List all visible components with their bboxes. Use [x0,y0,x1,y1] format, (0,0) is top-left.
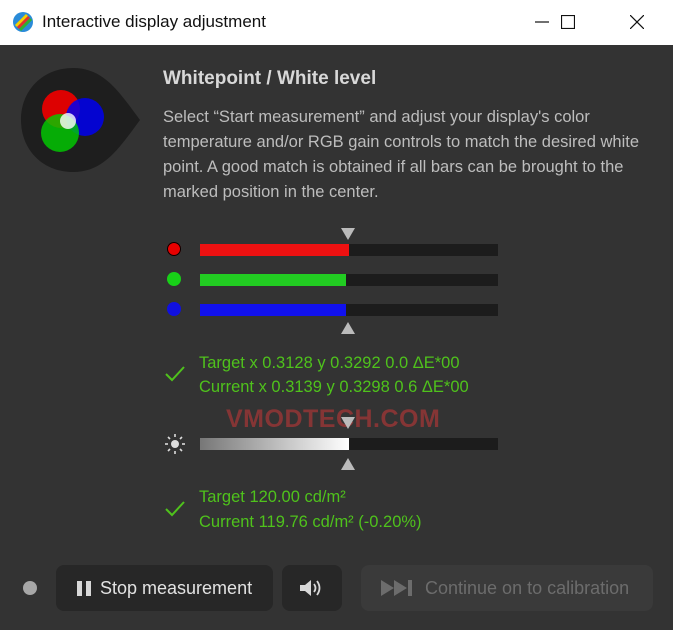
skip-forward-icon [381,580,412,596]
luminance-marker-bottom [341,458,355,470]
green-channel-dot [167,272,181,286]
instructions-text: Select “Start measurement” and adjust yo… [163,108,639,201]
green-bar-fill [200,274,346,286]
chromaticity-current: Current x 0.3139 y 0.3298 0.6 ΔE*00 [199,378,469,396]
target-marker-top [341,228,355,240]
stop-measurement-label: Stop measurement [100,578,253,598]
watermark-text: VMODTECH.COM [226,405,441,433]
maximize-icon [561,15,575,29]
continue-to-calibration-button[interactable]: Continue on to calibration [361,565,653,611]
speaker-icon [300,580,321,596]
continue-label: Continue on to calibration [425,578,630,598]
luminance-current: Current 119.76 cd/m² (-0.20%) [199,513,422,531]
green-bar [200,274,498,286]
luminance-marker-top [341,417,355,429]
checkmark-icon [165,501,185,517]
luminance-target: Target 120.00 cd/m² [199,488,346,506]
window-title: Interactive display adjustment [42,12,266,31]
blue-bar-fill [200,304,346,316]
red-bar-fill [200,244,349,256]
close-button[interactable] [614,0,660,45]
blue-bar [200,304,498,316]
blue-channel-dot [167,302,181,316]
pause-icon [77,581,91,596]
section-heading: Whitepoint / White level [163,68,377,89]
measurement-status-dot [23,581,37,595]
luminance-bar-fill [200,438,349,450]
luminance-bar [200,438,498,450]
sound-toggle-button[interactable] [282,565,342,611]
checkmark-icon [165,366,185,382]
main-panel: Whitepoint / White level Select “Start m… [0,45,673,630]
rgb-circles-logo-icon [21,68,140,172]
maximize-button[interactable] [545,0,591,45]
chromaticity-target: Target x 0.3128 y 0.3292 0.0 ΔE*00 [199,354,460,372]
brightness-sun-icon [165,434,185,454]
red-bar [200,244,498,256]
red-channel-dot [167,242,181,256]
close-icon [630,15,644,29]
stop-measurement-button[interactable]: Stop measurement [56,565,273,611]
target-marker-bottom [341,322,355,334]
app-icon [13,12,33,32]
title-bar: Interactive display adjustment [0,0,673,45]
